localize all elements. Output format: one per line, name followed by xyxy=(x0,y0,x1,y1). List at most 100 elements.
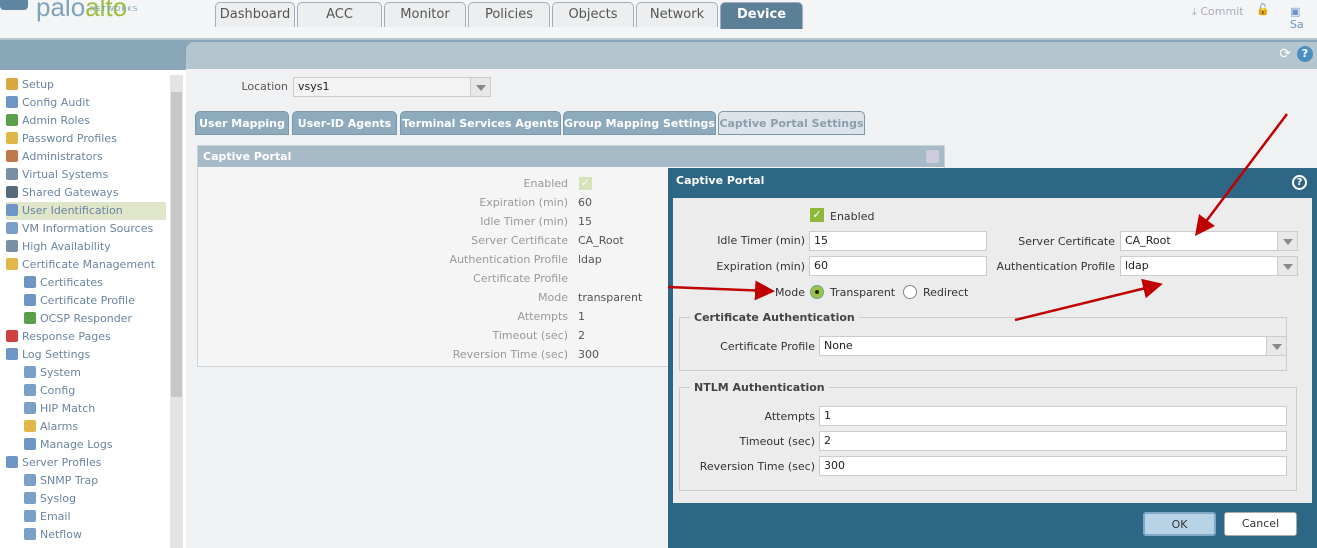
sidebar-item[interactable]: Server Profiles xyxy=(6,454,102,472)
timeout-input[interactable]: 2 xyxy=(819,431,1287,451)
commit-button[interactable]: ⤓ Commit xyxy=(1192,5,1244,19)
panel-row-label: Mode xyxy=(538,291,568,304)
transparent-radio[interactable] xyxy=(810,285,824,299)
sidebar-item-icon xyxy=(6,78,18,90)
sidebar-item[interactable]: Certificates xyxy=(24,274,103,292)
captive-portal-dialog: Captive Portal ? ✓ Enabled Idle Timer (m… xyxy=(668,168,1317,548)
ok-button[interactable]: OK xyxy=(1143,512,1216,536)
sidebar-item-label: High Availability xyxy=(22,240,111,253)
sidebar-item-icon xyxy=(24,528,36,540)
sidebar-item-label: Alarms xyxy=(40,420,79,433)
sidebar-item[interactable]: Admin Roles xyxy=(6,112,90,130)
auth-profile-select[interactable]: ldap xyxy=(1120,256,1298,276)
sidebar-item[interactable]: Log Settings xyxy=(6,346,90,364)
help-icon[interactable]: ? xyxy=(1297,46,1313,62)
subtab[interactable]: Captive Portal Settings xyxy=(718,111,865,135)
location-select[interactable]: vsys1 xyxy=(293,77,491,97)
refresh-icon[interactable]: ⟳ xyxy=(1279,46,1291,62)
sidebar-item-label: Admin Roles xyxy=(22,114,90,127)
sidebar-item[interactable]: Response Pages xyxy=(6,328,111,346)
tab-objects[interactable]: Objects xyxy=(552,2,634,27)
sidebar-item-icon xyxy=(6,96,18,108)
sidebar-item[interactable]: Setup xyxy=(6,76,54,94)
sidebar-item[interactable]: SNMP Trap xyxy=(24,472,98,490)
gear-icon[interactable] xyxy=(926,150,939,163)
cert-profile-value: None xyxy=(824,339,853,352)
idle-label: Idle Timer (min) xyxy=(717,234,805,247)
panel-row-label: Certificate Profile xyxy=(473,272,568,285)
sidebar-item-label: Response Pages xyxy=(22,330,111,343)
reversion-label: Reversion Time (sec) xyxy=(699,460,815,473)
cert-profile-select[interactable]: None xyxy=(819,336,1287,356)
location-label: Location xyxy=(241,80,288,93)
scrollbar-thumb[interactable] xyxy=(171,92,182,397)
sidebar-item[interactable]: Shared Gateways xyxy=(6,184,119,202)
subtab[interactable]: User-ID Agents xyxy=(292,111,397,135)
sidebar-item[interactable]: Email xyxy=(24,508,71,526)
cancel-button[interactable]: Cancel xyxy=(1224,512,1297,536)
sidebar-item[interactable]: Netflow xyxy=(24,526,82,544)
sidebar-item-label: Certificate Management xyxy=(22,258,156,271)
expiration-input[interactable]: 60 xyxy=(809,256,987,276)
subtab[interactable]: User Mapping xyxy=(195,111,289,135)
redirect-label: Redirect xyxy=(923,286,969,299)
sidebar-item-label: Certificate Profile xyxy=(40,294,135,307)
sidebar-item-label: VM Information Sources xyxy=(22,222,154,235)
sidebar-item-icon xyxy=(24,492,36,504)
sidebar-item[interactable]: Config xyxy=(24,382,75,400)
redirect-radio[interactable] xyxy=(903,285,917,299)
sidebar-item[interactable]: OCSP Responder xyxy=(24,310,132,328)
sidebar-item-icon xyxy=(24,276,36,288)
help-icon[interactable]: ? xyxy=(1292,175,1307,190)
tab-network[interactable]: Network xyxy=(636,2,718,27)
sidebar-item-icon xyxy=(24,510,36,522)
sidebar-item[interactable]: VM Information Sources xyxy=(6,220,153,238)
main-header: ⟳ ? xyxy=(186,42,1317,69)
sidebar-item-icon xyxy=(6,132,18,144)
sidebar-item[interactable]: User Identification xyxy=(6,202,166,220)
panel-row-label: Server Certificate xyxy=(471,234,568,247)
enabled-label: Enabled xyxy=(830,210,875,223)
transparent-label: Transparent xyxy=(830,286,896,299)
sidebar-item-label: Administrators xyxy=(22,150,103,163)
subtab[interactable]: Terminal Services Agents xyxy=(400,111,561,135)
sidebar-item[interactable]: Administrators xyxy=(6,148,103,166)
sidebar-item[interactable]: HIP Match xyxy=(24,400,95,418)
sidebar-item-icon xyxy=(24,474,36,486)
server-cert-value: CA_Root xyxy=(1125,234,1171,247)
tab-device[interactable]: Device xyxy=(720,2,803,29)
sidebar-item-label: System xyxy=(40,366,82,379)
sidebar-item[interactable]: Certificate Management xyxy=(6,256,155,274)
server-cert-select[interactable]: CA_Root xyxy=(1120,231,1298,251)
sidebar-item-label: Server Profiles xyxy=(22,456,102,469)
sidebar-item-icon xyxy=(6,114,18,126)
save-button[interactable]: ▣ Sa xyxy=(1290,5,1317,31)
subtab[interactable]: Group Mapping Settings xyxy=(563,111,716,135)
sidebar-item[interactable]: Certificate Profile xyxy=(24,292,135,310)
sidebar-item-icon xyxy=(6,258,18,270)
sidebar-item-icon xyxy=(24,384,36,396)
panel-row-label: Attempts xyxy=(517,310,568,323)
panel-row-value: 1 xyxy=(578,310,585,323)
sidebar-item[interactable]: Virtual Systems xyxy=(6,166,108,184)
sidebar-item[interactable]: Config Audit xyxy=(6,94,90,112)
tab-policies[interactable]: Policies xyxy=(468,2,550,27)
enabled-check-icon: ✓ xyxy=(579,177,592,190)
sidebar-item-icon xyxy=(24,366,36,378)
lock-icon[interactable]: 🔓 xyxy=(1256,3,1270,16)
panel-title: Captive Portal xyxy=(198,146,944,167)
sidebar-item[interactable]: Alarms xyxy=(24,418,78,436)
enabled-checkbox[interactable]: ✓ xyxy=(810,208,824,222)
sidebar-item[interactable]: High Availability xyxy=(6,238,111,256)
attempts-input[interactable]: 1 xyxy=(819,406,1287,426)
tab-acc[interactable]: ACC xyxy=(297,2,382,27)
sidebar-item[interactable]: Syslog xyxy=(24,490,76,508)
panel-row-value: 15 xyxy=(578,215,592,228)
sidebar-item[interactable]: Manage Logs xyxy=(24,436,113,454)
tab-dashboard[interactable]: Dashboard xyxy=(215,2,295,27)
sidebar-item[interactable]: Password Profiles xyxy=(6,130,117,148)
sidebar-item[interactable]: System xyxy=(24,364,81,382)
tab-monitor[interactable]: Monitor xyxy=(384,2,466,27)
reversion-input[interactable]: 300 xyxy=(819,456,1287,476)
idle-timer-input[interactable]: 15 xyxy=(809,231,987,251)
